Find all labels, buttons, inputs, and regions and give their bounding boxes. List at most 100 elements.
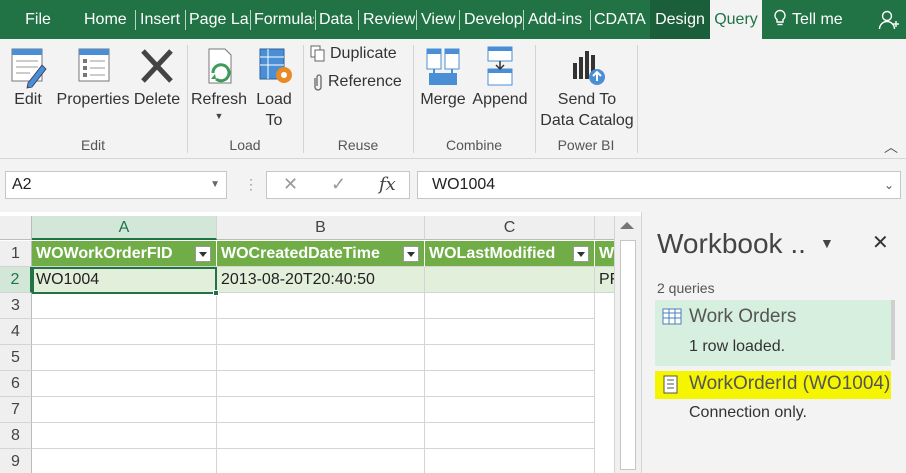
formula-bar-grip-icon[interactable]: ⋮ (244, 176, 258, 193)
row-header[interactable]: 7 (0, 397, 32, 423)
properties-label: Properties (56, 91, 130, 108)
query-item-work-orders[interactable]: Work Orders 1 row loaded. (655, 300, 891, 366)
close-icon[interactable]: ✕ (872, 230, 889, 255)
empty-cell[interactable] (425, 449, 595, 473)
name-box-dropdown-icon[interactable]: ▼ (210, 172, 220, 198)
tab-query[interactable]: Query (710, 0, 762, 39)
row-header[interactable]: 4 (0, 319, 32, 345)
properties-button[interactable]: Properties (56, 43, 130, 110)
insert-function-icon[interactable]: fx (379, 174, 396, 195)
empty-cell[interactable] (32, 293, 217, 319)
column-header-d[interactable] (595, 216, 614, 240)
empty-cell[interactable] (217, 319, 425, 345)
delete-x-icon (141, 49, 173, 83)
column-header-a[interactable]: A (32, 216, 217, 240)
query-item-workorderid[interactable]: WorkOrderId (WO1004) (655, 371, 891, 399)
merge-button[interactable]: Merge (417, 43, 469, 110)
empty-cell[interactable] (32, 449, 217, 473)
reference-button[interactable]: Reference (312, 73, 402, 91)
filter-dropdown-icon[interactable] (403, 246, 419, 262)
tab-insert[interactable]: Insert (140, 0, 184, 39)
query-status: 1 row loaded. (689, 338, 786, 355)
fill-handle[interactable] (213, 290, 219, 296)
load-to-label-2: To (265, 112, 283, 129)
load-to-button[interactable]: Load To (252, 43, 296, 131)
tab-data[interactable]: Data (319, 0, 359, 39)
tab-design[interactable]: Design (650, 0, 710, 39)
table-header-cell[interactable]: W (595, 241, 614, 267)
vertical-scrollbar[interactable] (614, 216, 641, 473)
scrollbar-thumb[interactable] (620, 240, 636, 470)
empty-cell[interactable] (217, 423, 425, 449)
row-header[interactable]: 5 (0, 345, 32, 371)
tab-cdata[interactable]: CDATA (594, 0, 650, 39)
refresh-button[interactable]: Refresh ▼ (190, 43, 248, 122)
filter-dropdown-icon[interactable] (573, 246, 589, 262)
empty-cell[interactable] (32, 371, 217, 397)
expand-formula-bar-icon[interactable]: ⌄ (884, 172, 894, 198)
empty-cell[interactable] (425, 345, 595, 371)
duplicate-button[interactable]: Duplicate (310, 45, 397, 63)
table-header-label: WOWorkOrderFID (36, 245, 173, 262)
column-header-c[interactable]: C (425, 216, 595, 240)
select-all-corner[interactable] (0, 216, 32, 240)
duplicate-icon (310, 45, 325, 62)
refresh-dropdown-icon[interactable]: ▼ (190, 110, 248, 122)
share-person-icon[interactable] (878, 9, 900, 31)
row-header[interactable]: 1 (0, 241, 32, 267)
table-header-label: WOCreatedDateTime (221, 245, 380, 262)
column-header-b[interactable]: B (217, 216, 425, 240)
collapse-ribbon-icon[interactable]: ︿ (884, 137, 898, 157)
empty-cell[interactable] (32, 397, 217, 423)
empty-cell[interactable] (217, 449, 425, 473)
empty-cell[interactable] (425, 397, 595, 423)
tell-me-search[interactable]: Tell me (773, 0, 843, 39)
tab-file[interactable]: File (0, 0, 76, 39)
table-cell[interactable]: PF (595, 267, 614, 293)
empty-cell[interactable] (217, 293, 425, 319)
tab-home[interactable]: Home (84, 0, 136, 39)
worksheet-grid[interactable]: A B C 1 2 3 4 5 6 7 8 9 WOWorkOrderFID W… (0, 216, 614, 473)
tab-review[interactable]: Review (363, 0, 415, 39)
empty-cell[interactable] (217, 371, 425, 397)
table-cell[interactable] (425, 267, 595, 293)
filter-dropdown-icon[interactable] (195, 246, 211, 262)
table-header-cell[interactable]: WOLastModified (425, 241, 595, 267)
empty-cell[interactable] (425, 293, 595, 319)
formula-input[interactable]: WO1004 ⌄ (417, 171, 901, 199)
tab-formulas[interactable]: Formulas (254, 0, 314, 39)
table-header-cell[interactable]: WOWorkOrderFID (32, 241, 217, 267)
row-header[interactable]: 8 (0, 423, 32, 449)
delete-button[interactable]: Delete (133, 43, 181, 110)
empty-cell[interactable] (425, 371, 595, 397)
row-header[interactable]: 9 (0, 449, 32, 473)
enter-check-icon[interactable]: ✓ (331, 174, 346, 195)
pane-options-dropdown-icon[interactable]: ▼ (820, 235, 834, 251)
tab-developer[interactable]: Developer (464, 0, 522, 39)
tab-page-layout[interactable]: Page Layout (189, 0, 249, 39)
table-cell[interactable]: 2013-08-20T20:40:50 (217, 267, 425, 293)
edit-button[interactable]: Edit (6, 43, 50, 110)
empty-cell[interactable] (217, 397, 425, 423)
empty-cell[interactable] (32, 423, 217, 449)
empty-cell[interactable] (32, 345, 217, 371)
row-header[interactable]: 2 (0, 267, 32, 293)
empty-cell[interactable] (425, 319, 595, 345)
group-label-load: Load (229, 137, 261, 153)
table-header-cell[interactable]: WOCreatedDateTime (217, 241, 425, 267)
duplicate-label: Duplicate (330, 45, 397, 63)
empty-cell[interactable] (32, 319, 217, 345)
tab-view[interactable]: View (421, 0, 459, 39)
empty-cell[interactable] (217, 345, 425, 371)
tab-add-ins[interactable]: Add-ins (528, 0, 590, 39)
send-to-data-catalog-button[interactable]: Send To Data Catalog (538, 43, 636, 131)
query-list-icon (663, 375, 678, 394)
row-header[interactable]: 3 (0, 293, 32, 319)
cancel-x-icon[interactable]: ✕ (283, 174, 298, 195)
pane-scrollbar[interactable] (891, 300, 895, 360)
empty-cell[interactable] (425, 423, 595, 449)
name-box[interactable]: A2 ▼ (5, 171, 227, 199)
scroll-up-arrow-icon[interactable] (620, 222, 634, 229)
append-button[interactable]: Append (470, 43, 530, 110)
row-header[interactable]: 6 (0, 371, 32, 397)
